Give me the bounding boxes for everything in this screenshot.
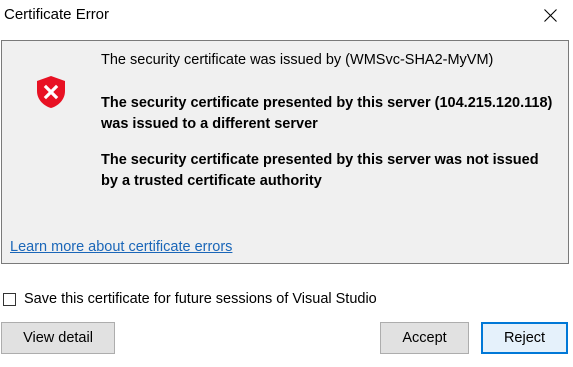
issuer-text: The security certificate was issued by (… <box>101 52 494 68</box>
save-certificate-label[interactable]: Save this certificate for future session… <box>24 291 377 307</box>
save-certificate-checkbox[interactable] <box>3 292 16 306</box>
learn-more-link[interactable]: Learn more about certificate errors <box>10 239 232 255</box>
shield-error-icon <box>37 76 65 108</box>
certificate-message-panel: The security certificate was issued by (… <box>1 40 569 264</box>
warning-untrusted-authority: The security certificate presented by th… <box>101 152 539 189</box>
title-bar: Certificate Error <box>0 0 573 30</box>
reject-button[interactable]: Reject <box>481 322 568 354</box>
close-button[interactable] <box>527 0 573 30</box>
warning-server-mismatch: The security certificate presented by th… <box>101 95 553 132</box>
window-title: Certificate Error <box>4 6 110 23</box>
save-certificate-row[interactable]: Save this certificate for future session… <box>3 290 377 308</box>
accept-button[interactable]: Accept <box>380 322 469 354</box>
close-icon <box>543 8 557 22</box>
view-detail-button[interactable]: View detail <box>1 322 115 354</box>
